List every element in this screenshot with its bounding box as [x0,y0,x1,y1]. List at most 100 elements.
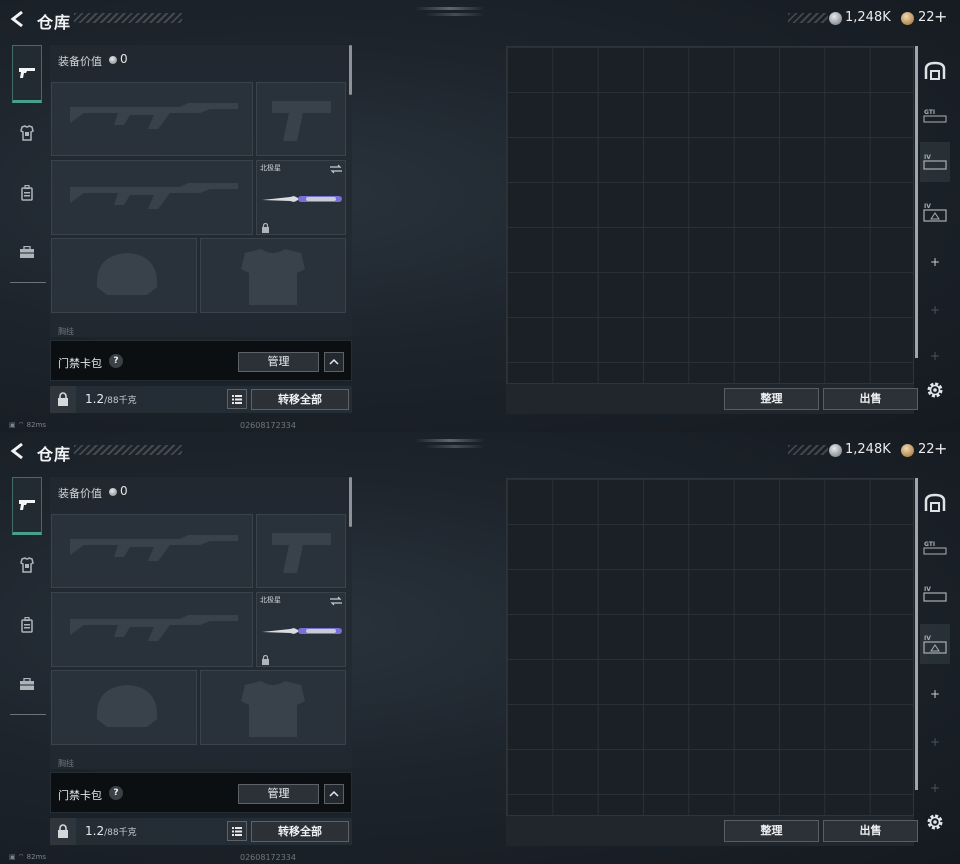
manage-button[interactable]: 管理 [238,784,319,804]
weight-bar: 1.2/88千克 转移全部 [50,818,352,845]
sort-button[interactable]: 整理 [724,820,819,842]
svg-text:IV: IV [924,635,931,642]
collapse-button[interactable] [324,352,344,372]
rifle-silhouette-icon [70,103,238,129]
knife-name: 北极星 [260,164,281,172]
gear-icon[interactable] [925,380,945,400]
list-icon [232,395,242,404]
swap-icon[interactable] [329,596,343,606]
carry-weight-limit: /88千克 [104,828,137,838]
sidearm-slot[interactable] [256,82,346,156]
sort-button[interactable]: 整理 [724,388,819,410]
case-tab-safe[interactable] [920,51,950,91]
plus-icon: + [929,781,941,795]
warehouse-screen: 仓库 1,248K 22 + 装备价值 0 北极星 胸挂 门禁卡包 ? 管理 1… [0,0,960,432]
equipment-scrollbar[interactable] [349,45,352,95]
transfer-all-button[interactable]: 转移全部 [251,821,349,842]
keycard-bag-bar: 门禁卡包 ? 管理 [50,772,352,813]
tab-toolbox[interactable] [12,237,42,267]
case-tab-gti[interactable]: GTI [920,528,950,568]
armor-icon [20,125,34,141]
tab-backpack[interactable] [12,178,42,208]
gear-icon[interactable] [925,812,945,832]
melee-slot[interactable]: 北极星 [256,160,346,235]
chevron-left-icon[interactable] [10,442,26,460]
melee-slot[interactable]: 北极星 [256,592,346,667]
add-currency-button[interactable]: + [934,439,947,458]
helmet-slot[interactable] [51,670,197,745]
chevron-left-icon[interactable] [10,10,26,28]
case-tab-iv-3[interactable]: IV [920,192,950,232]
rail-divider [10,714,46,715]
case-tab-iv-1[interactable]: IV [920,142,950,182]
lock-icon [262,223,269,233]
gti-case-icon: GTI [923,109,947,123]
currency-decoration [788,445,828,455]
list-icon [232,827,242,836]
pistol-silhouette-icon [272,101,331,141]
tab-armor[interactable] [12,118,42,148]
armor-slot[interactable] [200,670,346,745]
swap-icon[interactable] [329,164,343,174]
carry-weight-value: 1.2 [85,824,105,838]
equipment-value: 0 [120,52,128,66]
tab-backpack[interactable] [12,610,42,640]
case-tab-iv-1[interactable]: IV [920,574,950,614]
equipment-scrollbar[interactable] [349,477,352,527]
silver-currency-amount: 1,248K [845,10,891,25]
sell-button[interactable]: 出售 [823,820,918,842]
help-icon[interactable]: ? [109,354,123,368]
tab-weapons[interactable] [12,477,42,535]
help-icon[interactable]: ? [109,786,123,800]
collapse-button[interactable] [324,784,344,804]
iv-case-icon: IV [923,586,947,602]
bronze-coin-icon [901,444,914,457]
helmet-slot[interactable] [51,238,197,313]
pistol-icon [19,500,35,510]
storage-grid[interactable] [506,478,914,816]
safe-box-icon [924,493,946,512]
sidearm-slot[interactable] [256,514,346,588]
add-case-button[interactable]: + [920,674,950,714]
storage-grid[interactable] [506,46,914,384]
iv-case-icon: IV [923,203,947,222]
helmet-silhouette-icon [96,685,158,727]
secondary-weapon-slot[interactable] [51,592,253,667]
case-tab-gti[interactable]: GTI [920,96,950,136]
equipment-panel: 装备价值 0 北极星 胸挂 [50,45,352,337]
add-case-button[interactable]: + [920,242,950,282]
list-view-button[interactable] [227,821,247,841]
chest-rig-label: 胸挂 [58,327,74,336]
armor-slot[interactable] [200,238,346,313]
currency-decoration [788,13,828,23]
armor-icon [20,557,34,573]
title-decoration [74,13,182,23]
equipment-value-label: 装备价值 [58,55,102,68]
lock-toggle[interactable] [50,386,76,413]
case-tab-safe[interactable] [920,483,950,523]
sell-button[interactable]: 出售 [823,388,918,410]
tab-toolbox[interactable] [12,669,42,699]
case-tab-iv-3[interactable]: IV [920,624,950,664]
tab-armor[interactable] [12,550,42,580]
tab-weapons[interactable] [12,45,42,103]
primary-weapon-slot[interactable] [51,82,253,156]
storage-scrollbar[interactable] [915,478,918,790]
manage-button[interactable]: 管理 [238,352,319,372]
add-currency-button[interactable]: + [934,7,947,26]
rifle-silhouette-icon [70,615,238,641]
svg-text:IV: IV [924,203,931,210]
network-status: ▣ ⌔ 82ms [9,853,47,861]
primary-weapon-slot[interactable] [51,514,253,588]
secondary-weapon-slot[interactable] [51,160,253,235]
bronze-coin-icon [901,12,914,25]
list-view-button[interactable] [227,389,247,409]
iv-case-icon: IV [923,154,947,170]
vest-silhouette-icon [241,681,305,737]
svg-text:GTI: GTI [924,109,935,116]
lock-toggle[interactable] [50,818,76,845]
storage-scrollbar[interactable] [915,46,918,358]
iv-case-icon: IV [923,635,947,654]
session-code: 02608172334 [240,421,296,430]
transfer-all-button[interactable]: 转移全部 [251,389,349,410]
